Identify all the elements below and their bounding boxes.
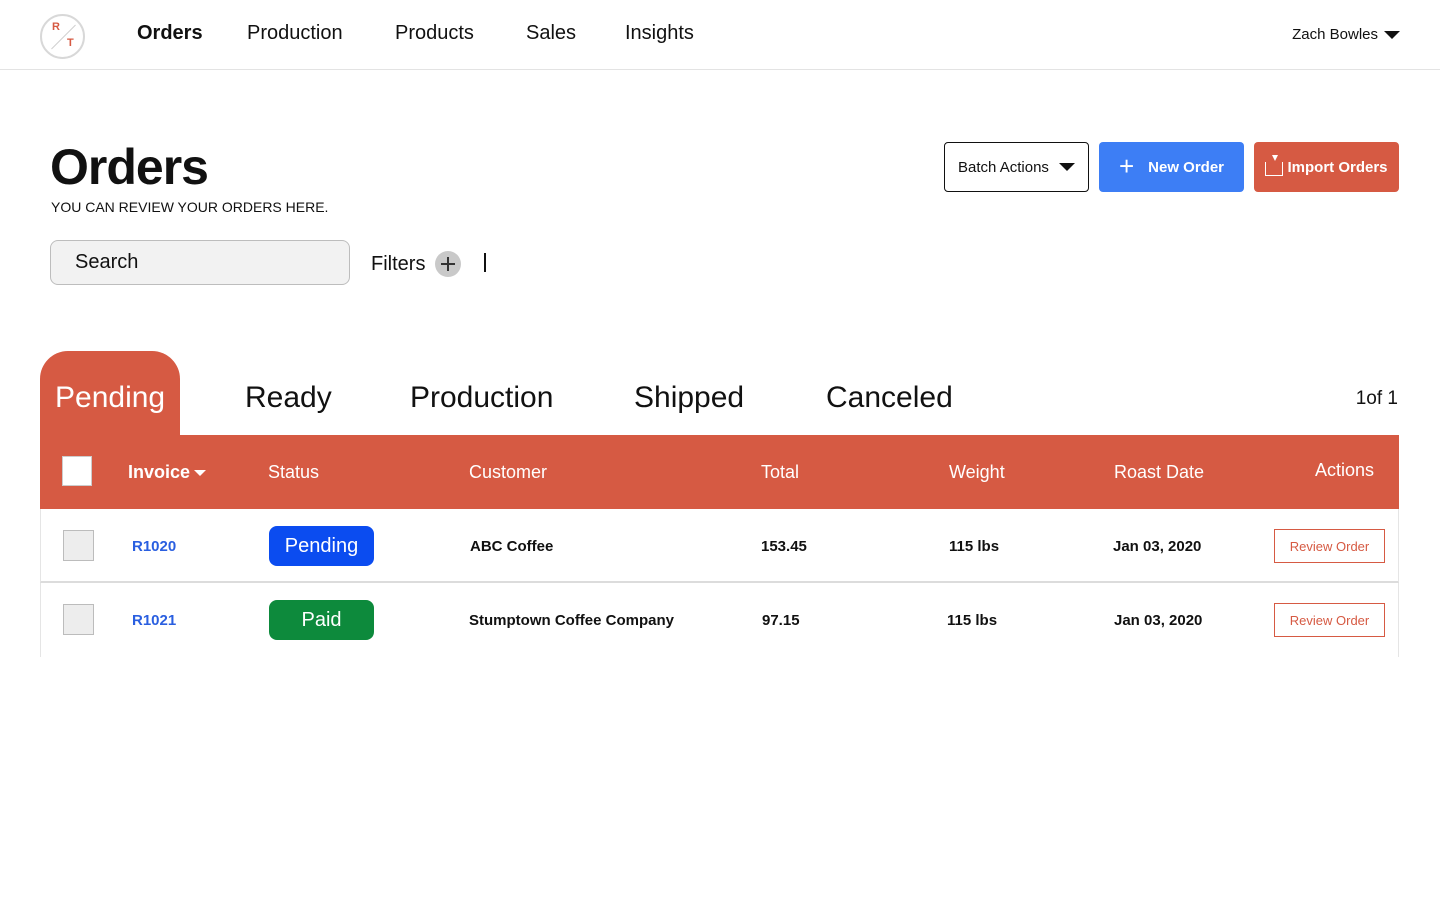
new-order-button[interactable]: + New Order xyxy=(1099,142,1244,192)
plus-icon: + xyxy=(1118,150,1135,181)
tab-pending[interactable]: Pending xyxy=(55,381,165,415)
weight-cell: 115 lbs xyxy=(949,538,1000,555)
roastery-logo[interactable]: R T xyxy=(40,14,85,59)
import-orders-button[interactable]: Import Orders xyxy=(1254,142,1399,192)
logo-letter-r: R xyxy=(52,21,60,33)
nav-products[interactable]: Products xyxy=(395,22,474,45)
new-order-label: New Order xyxy=(1148,158,1225,176)
filters-label: Filters xyxy=(371,252,426,275)
review-order-button[interactable]: Review Order xyxy=(1274,529,1385,563)
select-all-checkbox[interactable] xyxy=(62,456,92,486)
column-total: Total xyxy=(761,462,800,482)
page-title: Orders xyxy=(50,139,209,195)
import-orders-label: Import Orders xyxy=(1287,158,1388,176)
logo-letter-t: T xyxy=(67,37,74,49)
search-input[interactable] xyxy=(50,240,350,285)
import-icon xyxy=(1265,155,1284,176)
tab-canceled[interactable]: Canceled xyxy=(826,381,953,415)
batch-actions-label: Batch Actions xyxy=(958,158,1049,176)
column-weight: Weight xyxy=(949,462,1005,482)
total-cell: 153.45 xyxy=(761,538,807,555)
roast-date-cell: Jan 03, 2020 xyxy=(1114,612,1203,629)
table-row: R1021 Paid Stumptown Coffee Company 97.1… xyxy=(40,583,1399,657)
pagination-count: 1of 1 xyxy=(1355,388,1398,409)
status-badge: Paid xyxy=(269,600,374,640)
customer-cell: Stumptown Coffee Company xyxy=(469,612,674,629)
top-navbar: R T Orders Production Products Sales Ins… xyxy=(0,0,1440,70)
invoice-link[interactable]: R1021 xyxy=(132,612,176,629)
tab-production[interactable]: Production xyxy=(410,381,553,415)
batch-actions-dropdown[interactable]: Batch Actions xyxy=(944,142,1089,192)
column-actions: Actions xyxy=(1315,460,1375,480)
row-checkbox[interactable] xyxy=(63,530,94,561)
column-invoice[interactable]: Invoice xyxy=(128,462,207,483)
nav-sales[interactable]: Sales xyxy=(526,22,576,45)
customer-cell: ABC Coffee xyxy=(470,538,554,555)
table-row: R1020 Pending ABC Coffee 153.45 115 lbs … xyxy=(40,509,1399,583)
tab-ready[interactable]: Ready xyxy=(245,381,332,415)
weight-cell: 115 lbs xyxy=(947,612,998,629)
nav-production[interactable]: Production xyxy=(247,22,343,45)
column-customer: Customer xyxy=(469,462,548,482)
roast-date-cell: Jan 03, 2020 xyxy=(1113,538,1202,555)
total-cell: 97.15 xyxy=(762,612,800,629)
page-subtitle: YOU CAN REVIEW YOUR ORDERS HERE. xyxy=(51,199,329,215)
status-badge: Pending xyxy=(269,526,374,566)
chevron-down-icon xyxy=(1384,30,1400,39)
nav-orders[interactable]: Orders xyxy=(137,22,203,45)
nav-insights[interactable]: Insights xyxy=(625,22,694,45)
filters-button[interactable]: Filters xyxy=(371,251,462,277)
user-name: Zach Bowles xyxy=(1292,26,1378,43)
row-checkbox[interactable] xyxy=(63,604,94,635)
column-status: Status xyxy=(268,462,320,482)
tab-shipped[interactable]: Shipped xyxy=(634,381,744,415)
add-filter-icon[interactable] xyxy=(435,251,462,277)
column-invoice-label: Invoice xyxy=(128,462,191,482)
column-roast-date: Roast Date xyxy=(1114,462,1205,482)
text-cursor xyxy=(484,253,486,272)
review-order-button[interactable]: Review Order xyxy=(1274,603,1385,637)
sort-down-icon xyxy=(194,470,207,477)
user-menu[interactable]: Zach Bowles xyxy=(1292,26,1400,43)
table-header: Invoice Status Customer Total Weight Roa… xyxy=(40,435,1399,509)
chevron-down-icon xyxy=(1058,163,1075,171)
invoice-link[interactable]: R1020 xyxy=(132,538,176,555)
